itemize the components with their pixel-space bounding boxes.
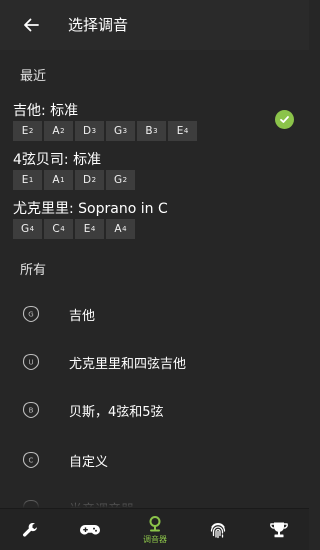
pick-badge-letter: U — [28, 359, 33, 367]
note-letter: A — [52, 174, 60, 186]
section-label-recent: 最近 — [20, 69, 47, 84]
scroll-fade — [0, 488, 309, 508]
note-chip: B3 — [137, 121, 166, 141]
tuning-category-label: 吉他 — [69, 308, 96, 324]
note-chip: A4 — [106, 219, 135, 239]
note-letter: E — [21, 125, 29, 137]
note-chip: G2 — [106, 170, 135, 190]
fingerprint-icon — [210, 523, 226, 539]
note-octave: 2 — [122, 176, 128, 184]
note-octave: 3 — [153, 127, 158, 135]
note-chip: C4 — [44, 219, 73, 239]
tuning-category-item[interactable]: U 尤克里里和四弦吉他 — [0, 338, 309, 386]
note-octave: 4 — [122, 225, 127, 233]
note-chip: E4 — [168, 121, 197, 141]
preset-notes: G4C4E4A4 — [13, 219, 135, 239]
note-chip: A1 — [44, 170, 73, 190]
bottom-tab-bar: 调音器 — [0, 508, 309, 550]
note-chip: G4 — [13, 219, 42, 239]
note-chip: E1 — [13, 170, 42, 190]
note-letter: C — [52, 223, 60, 235]
note-letter: E — [83, 223, 91, 235]
tab-tuner[interactable]: 调音器 — [125, 509, 185, 550]
tab-tools[interactable] — [0, 509, 60, 550]
note-letter: A — [114, 223, 122, 235]
tuner-icon — [149, 516, 161, 532]
tab-tuner-label: 调音器 — [143, 535, 167, 544]
note-octave: 2 — [28, 127, 34, 135]
note-letter: D — [82, 125, 92, 137]
note-letter: A — [52, 125, 60, 137]
guitar-pick-icon: B — [22, 401, 40, 419]
trophy-icon — [270, 522, 288, 538]
note-chip: D2 — [75, 170, 104, 190]
tab-achievements[interactable] — [249, 509, 309, 550]
note-letter: B — [145, 125, 153, 137]
preset-notes: E2A2D3G3B3E4 — [13, 121, 197, 141]
note-letter: D — [82, 174, 92, 186]
tab-fingerprint[interactable] — [188, 509, 248, 550]
note-octave: 4 — [29, 225, 35, 233]
tuning-category-label: 尤克里里和四弦吉他 — [69, 356, 187, 372]
note-octave: 1 — [60, 176, 65, 184]
app-header: 选择调音 — [0, 0, 309, 50]
guitar-pick-icon: G — [22, 305, 40, 323]
tuning-category-label: 自定义 — [69, 454, 109, 470]
note-octave: 4 — [90, 225, 96, 233]
note-octave: 2 — [91, 176, 97, 184]
selected-check-icon — [275, 110, 294, 129]
preset-notes: E1A1D2G2 — [13, 170, 135, 190]
wrench-icon — [23, 522, 37, 537]
pick-badge-letter: C — [29, 457, 34, 465]
pick-badge-letter: B — [29, 407, 34, 415]
tab-games[interactable] — [60, 509, 120, 550]
note-octave: 1 — [28, 176, 34, 184]
preset-name: 4弦贝司: 标准 — [13, 152, 102, 168]
guitar-pick-icon: C — [22, 451, 40, 469]
note-chip: A2 — [44, 121, 73, 141]
note-octave: 2 — [60, 127, 65, 135]
preset-name: 尤克里里: Soprano in C — [13, 201, 168, 217]
pick-badge-letter: G — [28, 311, 33, 319]
page-title: 选择调音 — [68, 16, 129, 34]
section-label-all: 所有 — [20, 263, 47, 278]
back-button[interactable] — [18, 12, 44, 38]
tuning-category-label: 贝斯，4弦和5弦 — [69, 404, 164, 420]
note-letter: E — [21, 174, 29, 186]
note-letter: G — [113, 125, 123, 137]
note-octave: 4 — [183, 127, 189, 135]
note-chip: E4 — [75, 219, 104, 239]
guitar-pick-icon: U — [22, 353, 40, 371]
note-letter: G — [113, 174, 123, 186]
note-letter: E — [176, 125, 184, 137]
recent-preset[interactable]: 4弦贝司: 标准 E 1 A 1 D 2 G 2 — [0, 149, 309, 193]
note-chip: D3 — [75, 121, 104, 141]
note-octave: 4 — [60, 225, 65, 233]
arrow-left-icon — [24, 18, 39, 32]
note-chip: G3 — [106, 121, 135, 141]
note-chip: E2 — [13, 121, 42, 141]
note-octave: 3 — [91, 127, 97, 135]
note-letter: G — [20, 223, 30, 235]
note-octave: 3 — [122, 127, 128, 135]
gamepad-icon — [80, 525, 100, 535]
preset-name: 吉他: 标准 — [13, 103, 79, 119]
tuning-category-item[interactable]: B 贝斯，4弦和5弦 — [0, 386, 309, 434]
tuning-category-item[interactable]: C 自定义 — [0, 436, 309, 484]
recent-preset[interactable]: 尤克里里: Soprano in CG4C4E4A4 — [0, 198, 309, 242]
recent-preset[interactable]: 吉他: 标准 E 2 A 2 D 3 G 3 B 3 E 4 — [0, 100, 309, 144]
tuning-category-item[interactable]: G 吉他 — [0, 290, 309, 338]
